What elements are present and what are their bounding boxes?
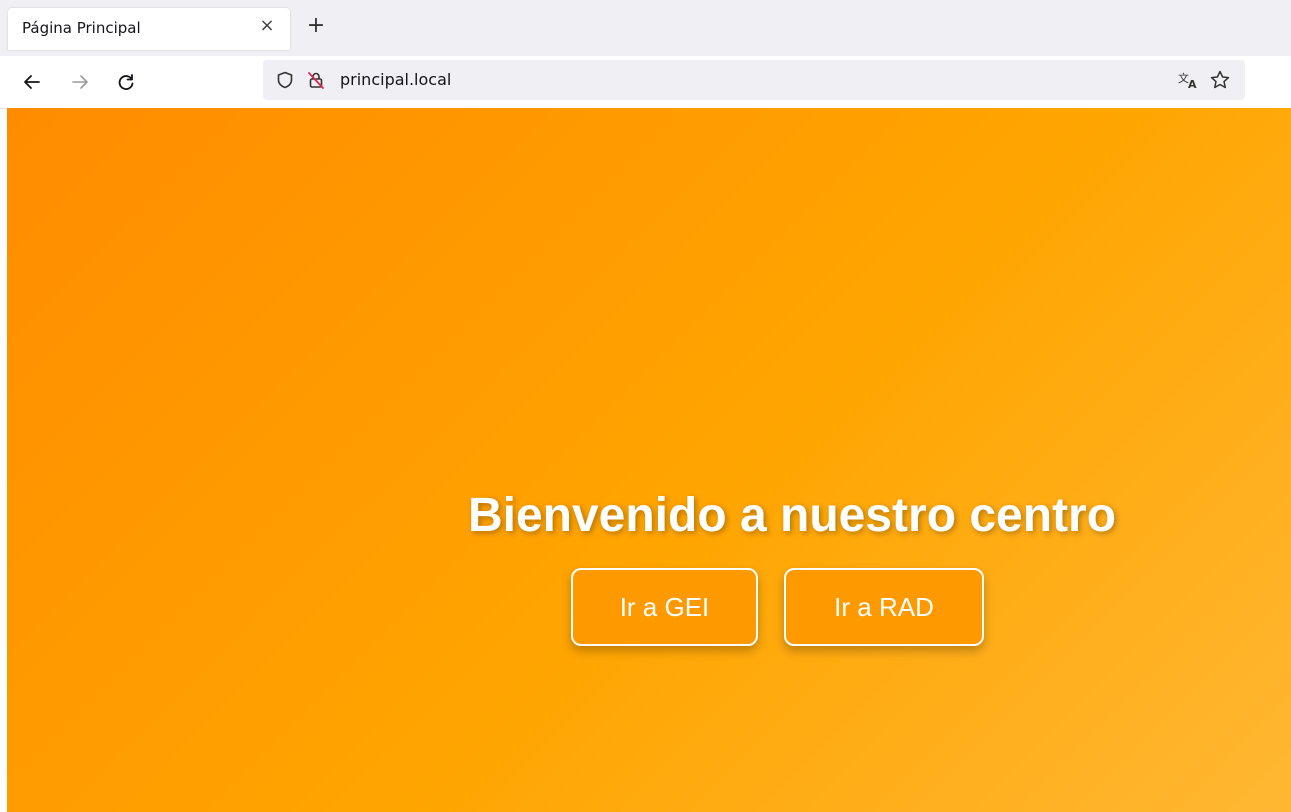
star-icon[interactable] xyxy=(1209,69,1231,91)
page-content: Bienvenido a nuestro centro Ir a GEI Ir … xyxy=(7,108,1291,812)
navigation-bar: principal.local 文 A xyxy=(0,56,1291,109)
forward-icon[interactable] xyxy=(66,68,94,96)
tab-title: Página Principal xyxy=(22,19,141,37)
shield-icon[interactable] xyxy=(276,71,294,89)
browser-window: Página Principal × + principal.local 文 A… xyxy=(0,0,1291,812)
reload-icon[interactable] xyxy=(112,68,140,96)
page-title: Bienvenido a nuestro centro xyxy=(467,489,1117,542)
tab-active[interactable]: Página Principal × xyxy=(8,8,290,50)
go-to-rad-button[interactable]: Ir a RAD xyxy=(784,568,984,646)
tab-strip: Página Principal × + xyxy=(0,0,1291,56)
insecure-lock-icon[interactable] xyxy=(306,70,326,90)
translate-icon[interactable]: 文 A xyxy=(1177,69,1199,91)
go-to-gei-button[interactable]: Ir a GEI xyxy=(571,568,758,646)
back-icon[interactable] xyxy=(18,68,46,96)
new-tab-icon[interactable]: + xyxy=(304,15,328,39)
svg-text:A: A xyxy=(1188,78,1197,91)
url-bar[interactable]: principal.local 文 A xyxy=(263,60,1245,100)
close-tab-icon[interactable]: × xyxy=(256,15,278,37)
url-text[interactable]: principal.local xyxy=(340,70,451,89)
